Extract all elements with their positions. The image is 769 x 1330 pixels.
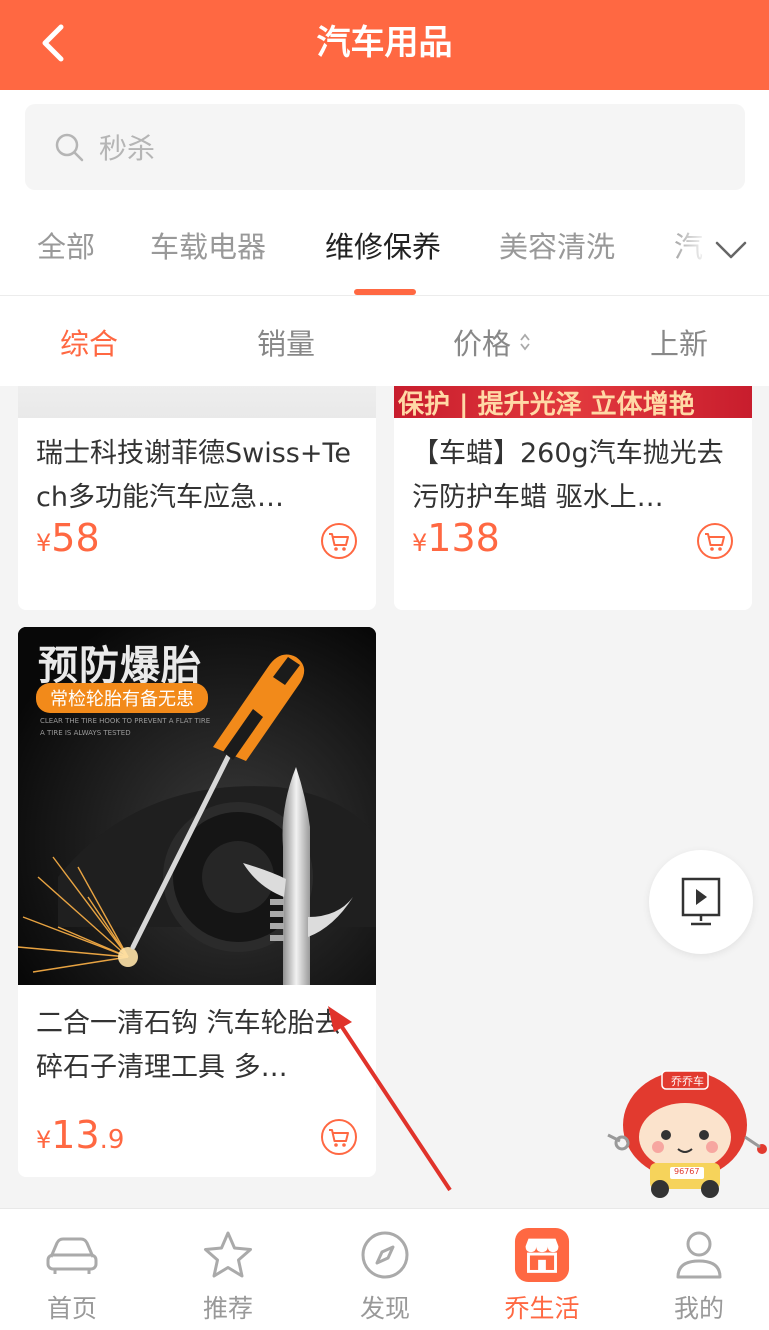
mascot-robot[interactable]: 乔乔车 96767 <box>600 1065 769 1200</box>
image-small-text: CLEAR THE TIRE HOOK TO PREVENT A FLAT TI… <box>40 717 211 725</box>
chevron-down-icon[interactable] <box>711 230 751 270</box>
tab-beauty-cleaning[interactable]: 美容清洗 <box>499 224 615 266</box>
product-title: 瑞士科技谢菲德Swiss+Tech多功能汽车应急… <box>36 438 351 513</box>
product-card[interactable]: 保护 | 提升光泽 立体增艳 【车蜡】260g汽车抛光去污防护车蜡 驱水上… ¥… <box>394 386 752 610</box>
sort-label: 销量 <box>257 327 316 361</box>
star-icon <box>200 1227 256 1283</box>
tab-car-electronics[interactable]: 车载电器 <box>150 224 266 266</box>
sort-arrows-icon <box>520 333 530 351</box>
sort-bar: 综合 销量 价格 上新 <box>0 297 769 385</box>
nav-discover[interactable]: 发现 <box>308 1209 462 1330</box>
sort-price[interactable]: 价格 <box>453 321 533 363</box>
sort-label: 上新 <box>650 327 709 361</box>
search-input[interactable]: 秒杀 <box>25 104 745 190</box>
compass-icon <box>357 1227 413 1283</box>
top-bar: 汽车用品 <box>0 0 769 90</box>
nav-home[interactable]: 首页 <box>0 1209 149 1330</box>
sort-label: 价格 <box>453 327 512 361</box>
product-image: 保护 | 提升光泽 立体增艳 <box>394 386 752 418</box>
product-price: ¥13.9 <box>36 1113 125 1157</box>
nav-label: 乔生活 <box>504 1294 580 1323</box>
product-title: 【车蜡】260g汽车抛光去污防护车蜡 驱水上… <box>412 438 724 513</box>
product-image <box>18 386 376 418</box>
nav-profile[interactable]: 我的 <box>622 1209 769 1330</box>
sort-comprehensive[interactable]: 综合 <box>60 321 118 363</box>
add-to-cart-icon[interactable] <box>320 1118 358 1156</box>
product-card[interactable]: 预防爆胎 常检轮胎有备无患 CLEAR THE TIRE HOOK TO PRE… <box>18 627 376 1177</box>
add-to-cart-icon[interactable] <box>320 522 358 560</box>
nav-label: 发现 <box>359 1294 410 1323</box>
nav-label: 推荐 <box>202 1294 253 1323</box>
sort-sales[interactable]: 销量 <box>257 321 315 363</box>
product-image: 预防爆胎 常检轮胎有备无患 CLEAR THE TIRE HOOK TO PRE… <box>18 627 376 985</box>
chevron-left-icon <box>42 24 64 62</box>
product-price: ¥138 <box>412 516 500 560</box>
image-tag: 常检轮胎有备无患 <box>36 683 208 713</box>
add-to-cart-icon[interactable] <box>696 522 734 560</box>
mascot-plate: 96767 <box>674 1167 700 1176</box>
back-button[interactable] <box>30 20 76 66</box>
sort-new[interactable]: 上新 <box>650 321 708 363</box>
tab-all[interactable]: 全部 <box>37 224 95 266</box>
nav-life[interactable]: 乔生活 <box>465 1209 619 1330</box>
store-icon <box>514 1227 570 1283</box>
tab-maintenance[interactable]: 维修保养 <box>325 224 441 266</box>
image-banner-text: 保护 | 提升光泽 立体增艳 <box>398 390 695 418</box>
product-price: ¥58 <box>36 516 100 560</box>
video-button[interactable] <box>649 850 753 954</box>
page-title: 汽车用品 <box>316 23 453 63</box>
product-title: 二合一清石钩 汽车轮胎去碎石子清理工具 多… <box>36 1008 342 1083</box>
product-card[interactable]: 瑞士科技谢菲德Swiss+Tech多功能汽车应急… ¥58 <box>18 386 376 610</box>
search-icon <box>55 133 84 162</box>
bottom-nav: 首页 推荐 发现 乔生活 我的 <box>0 1208 769 1330</box>
image-small-text: A TIRE IS ALWAYS TESTED <box>40 729 131 737</box>
category-tabs: 全部 车载电器 维修保养 美容清洗 汽 <box>0 210 769 296</box>
nav-label: 我的 <box>673 1294 724 1323</box>
car-icon <box>44 1227 100 1283</box>
mascot-sign: 乔乔车 <box>671 1075 704 1088</box>
nav-recommend[interactable]: 推荐 <box>151 1209 305 1330</box>
active-tab-indicator <box>354 289 416 295</box>
sort-label: 综合 <box>60 327 119 361</box>
user-icon <box>671 1227 727 1283</box>
search-placeholder: 秒杀 <box>99 132 156 165</box>
nav-label: 首页 <box>46 1294 97 1323</box>
video-play-icon <box>681 877 721 926</box>
